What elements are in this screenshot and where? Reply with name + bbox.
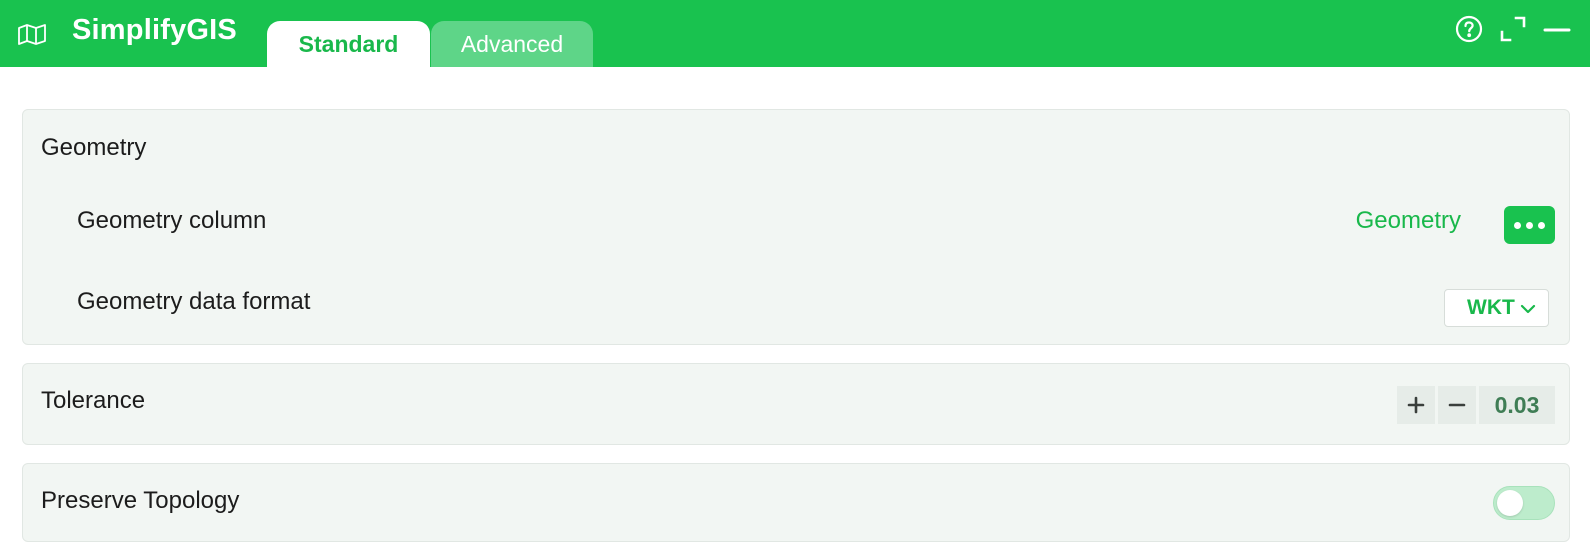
- more-options-icon: [1514, 221, 1521, 229]
- geometry-section: Geometry Geometry column Geometry Geomet…: [22, 109, 1570, 345]
- geometry-format-label: Geometry data format: [77, 288, 311, 315]
- section-title-tolerance: Tolerance: [41, 387, 146, 414]
- maximize-icon[interactable]: [1498, 14, 1528, 44]
- geometry-column-value[interactable]: Geometry: [1356, 207, 1461, 235]
- tab-standard[interactable]: Standard: [267, 21, 430, 67]
- tab-advanced[interactable]: Advanced: [431, 21, 593, 67]
- app-title: SimplifyGIS: [72, 14, 237, 46]
- title-bar: SimplifyGIS Standard Advanced: [0, 0, 1590, 67]
- toggle-knob: [1497, 490, 1523, 516]
- section-title-topology: Preserve Topology: [41, 487, 240, 514]
- preserve-topology-toggle[interactable]: [1493, 486, 1555, 520]
- window-controls: [1454, 12, 1572, 46]
- tolerance-section: Tolerance 0.03: [22, 363, 1570, 445]
- decrement-button[interactable]: [1438, 386, 1476, 424]
- geometry-column-label: Geometry column: [77, 207, 267, 234]
- geometry-format-value: WKT: [1467, 296, 1515, 319]
- help-icon[interactable]: [1454, 14, 1484, 44]
- minus-icon: [1448, 403, 1466, 407]
- chevron-down-icon: [1520, 302, 1536, 314]
- minimize-icon[interactable]: [1542, 14, 1572, 44]
- topology-section: Preserve Topology: [22, 463, 1570, 542]
- tolerance-value[interactable]: 0.03: [1479, 386, 1555, 424]
- section-title-geometry: Geometry: [41, 134, 147, 161]
- increment-button[interactable]: [1397, 386, 1435, 424]
- more-options-button[interactable]: [1504, 206, 1555, 244]
- tolerance-stepper: 0.03: [1397, 386, 1555, 424]
- geometry-format-select[interactable]: WKT: [1444, 289, 1549, 327]
- map-icon: [16, 20, 48, 48]
- plus-icon: [1407, 396, 1425, 414]
